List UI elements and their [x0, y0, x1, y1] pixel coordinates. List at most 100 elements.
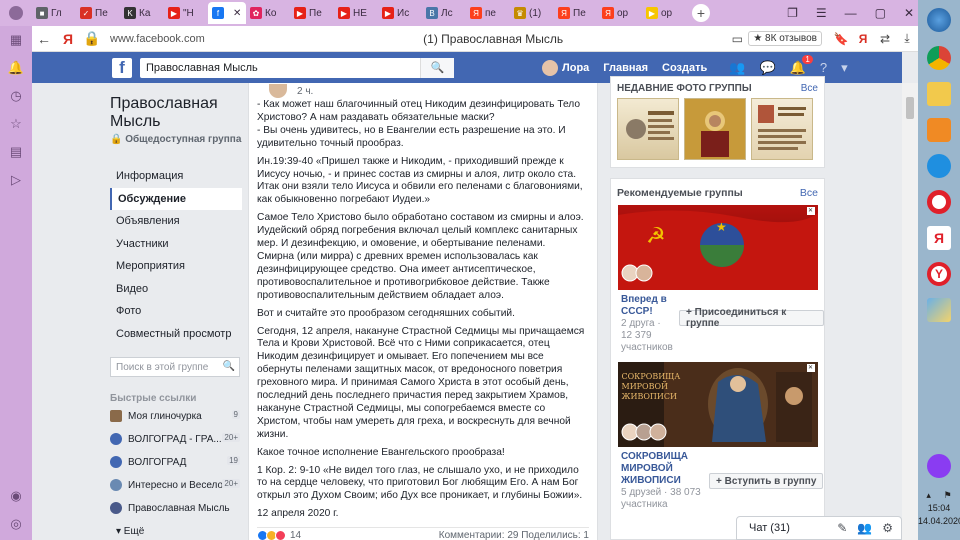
- quick-link[interactable]: Интересно и Весело 20+: [110, 474, 242, 496]
- browser-tab[interactable]: ■ Гл: [32, 2, 76, 24]
- chrome-icon[interactable]: [918, 40, 960, 76]
- minimize-icon[interactable]: —: [845, 6, 857, 20]
- search-icon[interactable]: 🔍: [420, 57, 454, 78]
- alice-icon[interactable]: [918, 448, 960, 484]
- close-window-icon[interactable]: ✕: [904, 6, 914, 20]
- group-cover-image[interactable]: ☭ ★ ✕: [617, 205, 818, 290]
- messenger-icon[interactable]: 💬: [759, 60, 775, 76]
- url-text[interactable]: www.facebook.com: [110, 33, 260, 45]
- group-name[interactable]: Православная Мысль: [110, 95, 242, 131]
- download-icon[interactable]: ⤓: [896, 31, 918, 46]
- join-group-button[interactable]: + Вступить в группу: [709, 473, 824, 489]
- create-link[interactable]: Создать: [662, 62, 707, 74]
- close-icon[interactable]: ✕: [806, 207, 815, 215]
- group-nav-item[interactable]: Совместный просмотр: [110, 323, 242, 346]
- media-player-icon[interactable]: [918, 112, 960, 148]
- join-group-button[interactable]: + Присоединиться к группе: [679, 307, 824, 329]
- opera-icon[interactable]: [918, 184, 960, 220]
- browser-tab[interactable]: ▶ "Н: [164, 2, 208, 24]
- group-chat-icon[interactable]: 👥: [857, 521, 872, 535]
- quick-link[interactable]: Православная Мысль: [110, 497, 242, 519]
- recent-photo[interactable]: [617, 98, 679, 160]
- reader-icon[interactable]: ▭: [726, 32, 748, 46]
- back-icon[interactable]: ←: [32, 31, 56, 47]
- paint-icon[interactable]: [918, 292, 960, 328]
- recent-photo[interactable]: [684, 98, 746, 160]
- see-all-photos-link[interactable]: Все: [801, 83, 818, 94]
- home-link[interactable]: Главная: [603, 62, 648, 74]
- yandex-browser-icon[interactable]: Я: [918, 220, 960, 256]
- history-icon[interactable]: ◷: [0, 82, 32, 110]
- post-time[interactable]: 2 ч.: [297, 86, 313, 97]
- quick-link[interactable]: Моя глиночурка 9: [110, 405, 242, 427]
- browser-tab[interactable]: K Ка: [120, 2, 164, 24]
- close-icon[interactable]: ✕: [806, 364, 815, 372]
- group-nav-item[interactable]: Участники: [110, 233, 242, 256]
- see-all-groups-link[interactable]: Все: [800, 187, 818, 199]
- browser-tab[interactable]: ▶ Ис: [378, 2, 422, 24]
- browser-tab[interactable]: ✿ Ко: [246, 2, 290, 24]
- friends-icon[interactable]: 👥: [729, 60, 745, 76]
- reactions[interactable]: 14: [257, 530, 301, 540]
- browser-tab[interactable]: Япе: [466, 2, 510, 24]
- page-scrollbar[interactable]: [902, 83, 918, 540]
- assistant-icon[interactable]: ◎: [0, 510, 32, 538]
- browser-tab[interactable]: ▶ Пе: [290, 2, 334, 24]
- more-link[interactable]: ▾ Ещё: [110, 520, 242, 540]
- search-icon[interactable]: 🔍: [223, 361, 235, 372]
- quick-link[interactable]: ВОЛГОГРАД - ГРА... 20+: [110, 428, 242, 450]
- browser-tab[interactable]: В Лс: [422, 2, 466, 24]
- rec-group-name[interactable]: СОКРОВИЩА МИРОВОЙ ЖИВОПИСИ: [621, 451, 701, 487]
- group-nav-item[interactable]: Объявления: [110, 210, 242, 233]
- browser-tab[interactable]: ✓ Пе: [76, 2, 120, 24]
- group-nav-item[interactable]: Мероприятия: [110, 255, 242, 278]
- profile-link[interactable]: Лора: [542, 59, 589, 76]
- menu-icon[interactable]: ☰: [816, 6, 827, 20]
- start-button-icon[interactable]: [918, 0, 960, 40]
- chat-bar[interactable]: Чат (31) ✎ 👥 ⚙: [736, 516, 902, 540]
- grid-icon[interactable]: ▦: [0, 26, 32, 54]
- group-nav-item[interactable]: Фото: [110, 300, 242, 323]
- yandex-icon[interactable]: Y: [918, 256, 960, 292]
- quick-link[interactable]: ВОЛГОГРАД 19: [110, 451, 242, 473]
- profile-icon[interactable]: [0, 6, 32, 20]
- notifications-icon[interactable]: 🔔: [0, 54, 32, 82]
- rec-group-name[interactable]: Вперед в СССР!: [621, 294, 677, 318]
- help-icon[interactable]: ?: [820, 60, 827, 75]
- tabs-overview-icon[interactable]: ❐: [787, 6, 798, 20]
- group-nav-item[interactable]: Видео: [110, 278, 242, 301]
- group-nav-item[interactable]: Обсуждение: [110, 187, 242, 210]
- bookmark-icon[interactable]: 🔖: [830, 32, 852, 46]
- explorer-icon[interactable]: [918, 76, 960, 112]
- notifications-bell-icon[interactable]: 🔔 1: [790, 54, 813, 76]
- play-icon[interactable]: ▷: [0, 166, 32, 194]
- browser-tab[interactable]: ♛ (1): [510, 2, 554, 24]
- collections-icon[interactable]: ▤: [0, 138, 32, 166]
- alice-icon[interactable]: ◉: [0, 482, 32, 510]
- yandex-logo-icon[interactable]: Я: [56, 31, 80, 47]
- reviews-badge[interactable]: ★ 8К отзывов: [748, 31, 822, 46]
- browser-tab[interactable]: Я Пе: [554, 2, 598, 24]
- up-arrow-icon[interactable]: ▴: [926, 490, 931, 501]
- flag-icon[interactable]: ⚑: [944, 490, 952, 501]
- facebook-logo-icon[interactable]: f: [112, 57, 132, 78]
- facebook-search-input[interactable]: Православная Мысль 🔍: [140, 57, 454, 78]
- chevron-down-icon[interactable]: ▾: [841, 60, 848, 76]
- bookmarks-icon[interactable]: ☆: [0, 110, 32, 138]
- browser-tab[interactable]: Яор: [598, 2, 642, 24]
- browser-tab[interactable]: f ✕: [208, 2, 246, 24]
- yandex-icon[interactable]: Я: [852, 32, 874, 46]
- maximize-icon[interactable]: ▢: [875, 6, 886, 20]
- compose-icon[interactable]: ✎: [837, 521, 847, 535]
- group-search-input[interactable]: Поиск в этой группе 🔍: [110, 357, 240, 377]
- author-avatar[interactable]: [269, 84, 287, 98]
- recent-photo[interactable]: [751, 98, 813, 160]
- internet-explorer-icon[interactable]: [918, 148, 960, 184]
- settings-icon[interactable]: ⚙: [882, 521, 893, 535]
- browser-tab[interactable]: ▶ ор: [642, 2, 686, 24]
- post-stats[interactable]: Комментарии: 29 Поделились: 1: [439, 530, 589, 540]
- new-tab-button[interactable]: +: [692, 4, 710, 22]
- translate-icon[interactable]: ⇄: [874, 32, 896, 46]
- close-tab-icon[interactable]: ✕: [233, 8, 241, 19]
- group-cover-image[interactable]: Сокровища мировой живописи ✕: [617, 362, 818, 447]
